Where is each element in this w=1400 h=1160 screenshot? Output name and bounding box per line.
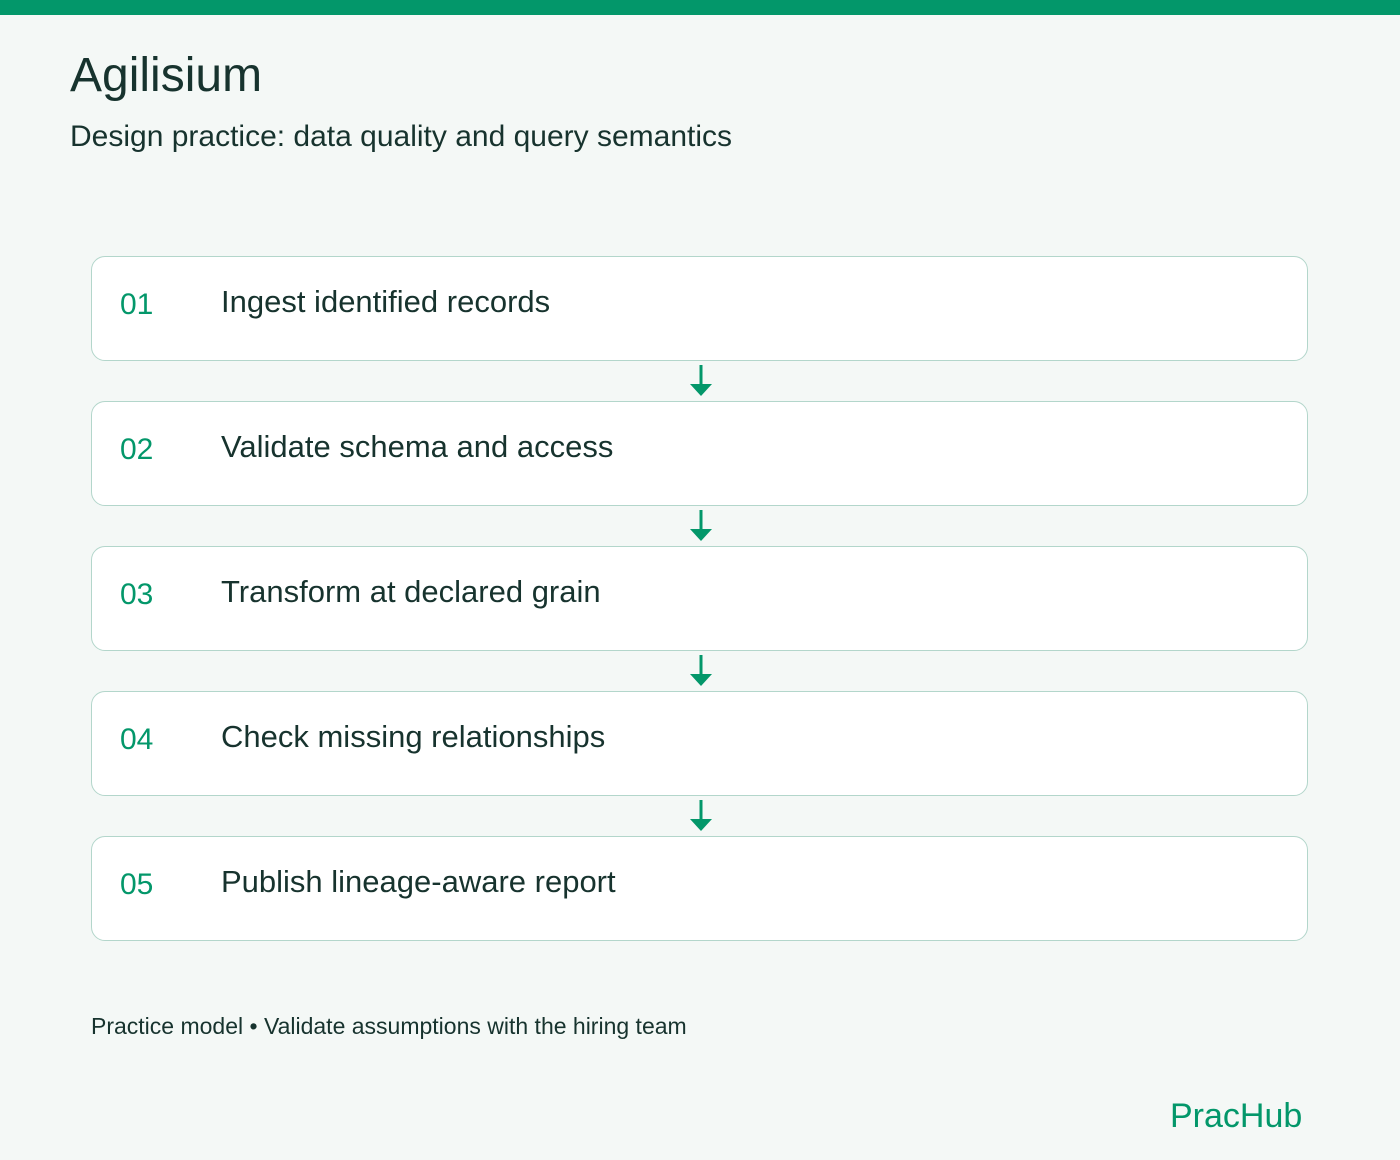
step-number: 01	[120, 288, 154, 321]
arrow-down-icon	[690, 365, 712, 396]
step-number: 05	[120, 868, 154, 901]
step-card-3: 03 Transform at declared grain	[91, 546, 1308, 651]
step-card-5: 05 Publish lineage-aware report	[91, 836, 1308, 941]
step-card-4: 04 Check missing relationships	[91, 691, 1308, 796]
process-flow: 01 Ingest identified records 02 Validate…	[0, 0, 1400, 1160]
arrow-down-icon	[690, 510, 712, 541]
arrow-down-icon	[690, 655, 712, 686]
step-number: 02	[120, 433, 154, 466]
step-label: Validate schema and access	[221, 429, 614, 464]
step-label: Check missing relationships	[221, 719, 606, 754]
step-label: Publish lineage-aware report	[221, 864, 616, 899]
arrow-down-icon	[690, 800, 712, 831]
brand-logo: PracHub	[1170, 1097, 1303, 1135]
step-label: Transform at declared grain	[221, 574, 601, 609]
step-label: Ingest identified records	[221, 284, 551, 319]
step-number: 03	[120, 578, 154, 611]
step-number: 04	[120, 723, 154, 756]
footnote: Practice model • Validate assumptions wi…	[91, 1013, 687, 1039]
step-card-2: 02 Validate schema and access	[91, 401, 1308, 506]
step-card-1: 01 Ingest identified records	[91, 256, 1308, 361]
